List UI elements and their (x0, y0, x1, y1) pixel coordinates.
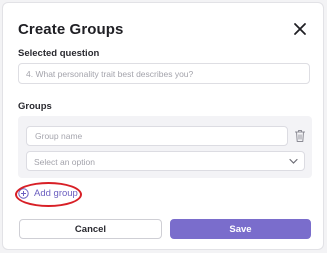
trash-icon[interactable] (294, 129, 306, 143)
group-name-input[interactable] (26, 126, 288, 146)
chevron-down-icon (289, 158, 298, 164)
selected-question-label: Selected question (18, 48, 100, 59)
create-groups-modal: Create Groups Selected question 4. What … (2, 2, 324, 250)
close-icon[interactable] (293, 22, 307, 36)
group-card: Select an option (18, 116, 312, 178)
modal-title: Create Groups (18, 21, 124, 38)
option-select-placeholder: Select an option (34, 157, 95, 167)
option-select[interactable]: Select an option (26, 151, 305, 171)
groups-label: Groups (18, 101, 52, 112)
save-button[interactable]: Save (170, 219, 311, 239)
highlight-annotation (15, 182, 82, 207)
selected-question-field: 4. What personality trait best describes… (18, 63, 310, 84)
cancel-button[interactable]: Cancel (19, 219, 162, 239)
